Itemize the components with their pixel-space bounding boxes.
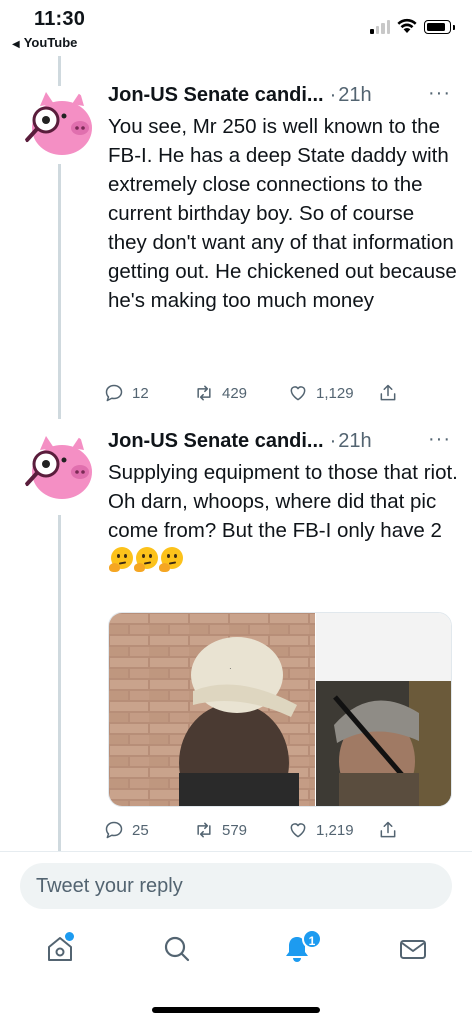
retweet-icon [197, 822, 211, 838]
pig-detective-avatar-icon [25, 436, 92, 499]
back-app-label: YouTube [23, 35, 78, 50]
tweet-header: Jon-US Senate candi... · 21h [108, 84, 372, 107]
tweet-text-line: Supplying equipment to those that riot. [108, 461, 458, 484]
reply-icon [105, 821, 123, 839]
status-time: 11:30 [34, 8, 86, 30]
messages-icon[interactable] [398, 934, 428, 964]
tweet-header: Jon-US Senate candi... · 21h [108, 430, 372, 453]
retweet-icon [197, 385, 211, 401]
reply-button[interactable]: 12 [104, 383, 149, 403]
retweet-count: 429 [222, 384, 248, 402]
tweet-actions: 12 429 1,129 [104, 383, 404, 407]
thinking-face-emoji-icon [109, 547, 133, 572]
share-icon [380, 821, 396, 838]
avatar[interactable] [22, 88, 96, 162]
thinking-face-emoji-icon [134, 547, 158, 572]
photo-collage: · [109, 613, 451, 806]
back-arrow-icon: ◀ [12, 39, 20, 50]
separator-dot: · [329, 430, 337, 452]
back-to-app-link[interactable]: ◀ YouTube [12, 35, 77, 50]
thread-line [58, 515, 61, 851]
reply-icon [105, 384, 123, 402]
tweet-time[interactable]: 21h [338, 84, 371, 107]
tweet-text-line: Oh darn, whoops, where did that pic come… [108, 490, 442, 542]
tweet-time[interactable]: 21h [338, 430, 371, 453]
more-options-icon[interactable]: ··· [428, 82, 451, 105]
search-icon[interactable] [162, 934, 192, 964]
status-bar: 11:30 ◀ YouTube [0, 0, 472, 56]
retweet-count: 579 [222, 821, 248, 839]
like-button[interactable]: 1,219 [288, 820, 354, 840]
new-content-dot [65, 932, 74, 941]
notifications-badge: 1 [302, 929, 322, 949]
like-count: 1,129 [316, 384, 354, 402]
reply-input[interactable]: Tweet your reply [20, 863, 452, 909]
reply-placeholder: Tweet your reply [36, 875, 183, 897]
tweet-text: You see, Mr 250 is well known to the FB-… [108, 115, 463, 312]
retweet-button[interactable]: 579 [194, 820, 247, 840]
share-button[interactable] [378, 383, 398, 403]
heart-icon [290, 386, 306, 401]
retweet-button[interactable]: 429 [194, 383, 247, 403]
signal-icon [370, 20, 390, 34]
pig-detective-avatar-icon [25, 92, 92, 155]
author-name[interactable]: Jon-US Senate candi... [108, 430, 324, 453]
tweet-actions: 25 579 1,219 [104, 820, 404, 844]
heart-icon [290, 823, 306, 838]
thread-line [58, 56, 61, 86]
tweet-text: Supplying equipment to those that riot. … [108, 458, 460, 574]
reply-count: 25 [132, 821, 149, 839]
thinking-face-emoji-icon [159, 547, 183, 572]
thread-line [58, 164, 61, 419]
separator-dot: · [329, 84, 337, 106]
share-icon [380, 384, 396, 401]
wifi-icon [397, 18, 417, 33]
reply-count: 12 [132, 384, 149, 402]
battery-icon [424, 20, 455, 34]
share-button[interactable] [378, 820, 398, 840]
more-options-icon[interactable]: ··· [428, 428, 451, 451]
like-button[interactable]: 1,129 [288, 383, 354, 403]
avatar[interactable] [22, 432, 96, 506]
home-indicator[interactable] [152, 1007, 320, 1013]
like-count: 1,219 [316, 821, 354, 839]
svg-text:·: · [229, 664, 232, 673]
author-name[interactable]: Jon-US Senate candi... [108, 84, 324, 107]
tweet-media[interactable]: · [108, 612, 452, 807]
reply-button[interactable]: 25 [104, 820, 149, 840]
divider [0, 851, 472, 852]
